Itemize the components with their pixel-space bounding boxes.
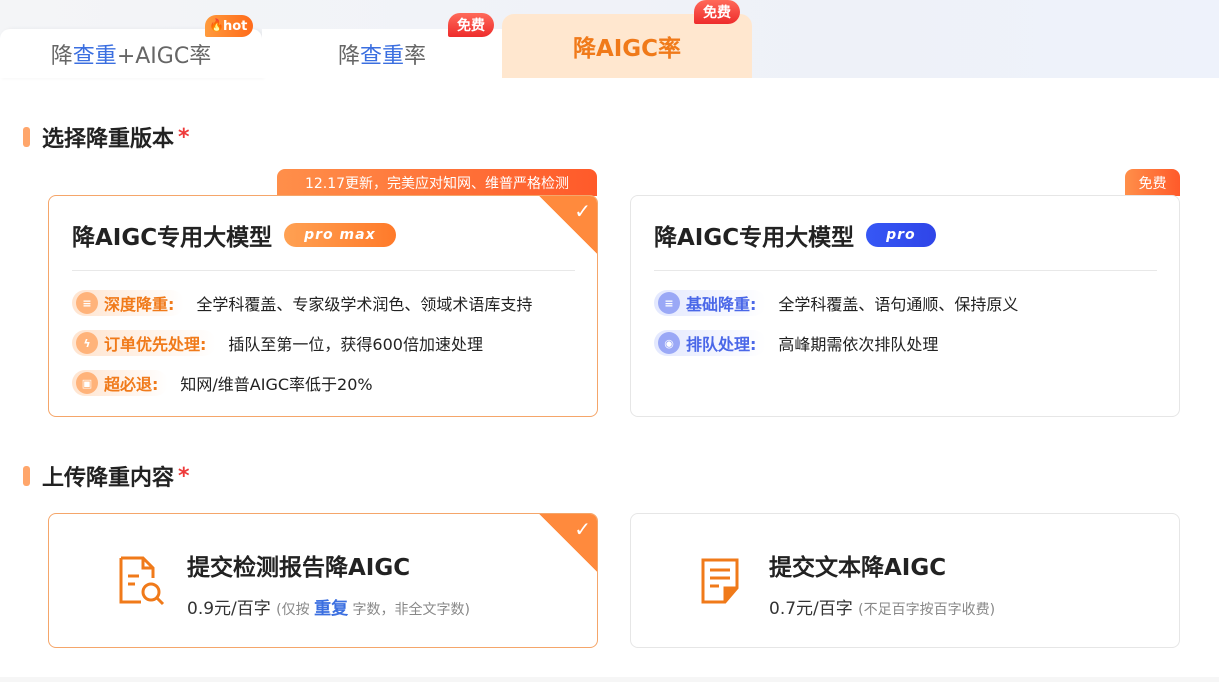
feature-tag: ≡ 深度降重:: [72, 290, 185, 316]
feature-tag: ≡ 基础降重:: [654, 290, 767, 316]
flame-icon: 🔥: [209, 18, 224, 32]
tab-label-p1: 降: [50, 43, 73, 69]
selected-corner: ✓: [539, 514, 597, 572]
pro-max-pill: pro max: [284, 223, 396, 247]
check-icon: ✓: [574, 199, 591, 223]
bottom-divider: [0, 677, 1219, 682]
section-title-version: 选择降重版本 *: [23, 121, 190, 153]
tab-label: 降AIGC率: [572, 36, 682, 62]
section-bar: [23, 127, 30, 147]
version-card-pro[interactable]: 降AIGC专用大模型 pro ≡ 基础降重: 全学科覆盖、语句通顺、保持原义 ◉ 排…: [630, 195, 1180, 417]
free-badge: 免费: [694, 0, 740, 24]
wallet-icon: ▣: [76, 372, 98, 394]
divider: [654, 270, 1157, 271]
tab-label-p1: 降: [337, 43, 360, 69]
section-bar: [23, 466, 30, 486]
free-ribbon: 免费: [1125, 169, 1180, 196]
tab-label-p2: 查重: [72, 43, 117, 69]
tab-label-p3: 率: [404, 43, 427, 69]
feature-row: ▣ 超必退: 知网/维普AIGC率低于20%: [72, 370, 373, 396]
model-title: 降AIGC专用大模型 pro: [654, 218, 936, 252]
upload-title: 提交检测报告降AIGC: [187, 555, 411, 581]
tab-label-p2: 查重: [359, 43, 404, 69]
divider: [72, 270, 575, 271]
layers-icon: ≡: [658, 292, 680, 314]
hot-badge: 🔥 hot: [205, 15, 254, 37]
model-title: 降AIGC专用大模型 pro max: [72, 218, 396, 252]
check-icon: ✓: [574, 517, 591, 541]
feature-row: ≡ 深度降重: 全学科覆盖、专家级学术润色、领域术语库支持: [72, 290, 532, 316]
upload-title: 提交文本降AIGC: [769, 555, 947, 581]
tab-label-p3: +AIGC率: [116, 43, 212, 69]
feature-row: ◉ 排队处理: 高峰期需依次排队处理: [654, 330, 938, 356]
lightning-icon: ϟ: [76, 332, 98, 354]
pro-pill: pro: [866, 223, 936, 247]
layers-icon: ≡: [76, 292, 98, 314]
version-card-promax[interactable]: ✓ 降AIGC专用大模型 pro max ≡ 深度降重: 全学科覆盖、专家级学术润…: [48, 195, 598, 417]
upload-price: 0.7元/百字 (不足百字按百字收费): [769, 599, 996, 619]
section-title-upload: 上传降重内容 *: [23, 460, 190, 492]
feature-tag: ▣ 超必退:: [72, 370, 169, 396]
free-badge: 免费: [448, 13, 494, 37]
upload-price: 0.9元/百字 (仅按 重复 字数，非全文字数): [187, 599, 471, 619]
feature-row: ≡ 基础降重: 全学科覆盖、语句通顺、保持原义: [654, 290, 1018, 316]
queue-icon: ◉: [658, 332, 680, 354]
feature-row: ϟ 订单优先处理: 插队至第一位，获得600倍加速处理: [72, 330, 483, 356]
document-icon: [701, 558, 739, 604]
feature-tag: ϟ 订单优先处理:: [72, 330, 217, 356]
update-ribbon: 12.17更新，完美应对知网、维普严格检测: [277, 169, 597, 196]
upload-card-report[interactable]: ✓ 提交检测报告降AIGC 0.9元/百字 (仅按 重复 字数，非全文字数): [48, 513, 598, 648]
upload-card-text[interactable]: 提交文本降AIGC 0.7元/百字 (不足百字按百字收费): [630, 513, 1180, 648]
selected-corner: ✓: [539, 196, 597, 254]
feature-tag: ◉ 排队处理:: [654, 330, 767, 356]
report-search-icon: [119, 556, 165, 606]
